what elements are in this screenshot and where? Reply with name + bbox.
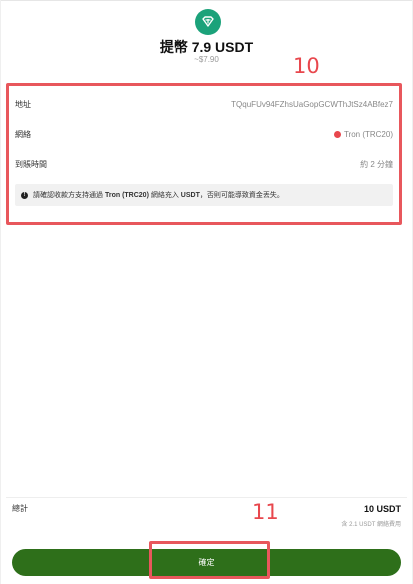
warning-text: 請確認收款方支持通過 Tron (TRC20) 網絡充入 USDT，否則可能導致… [33,190,284,200]
withdrawal-details-panel: 地址 TQquFUv94FZhsUaGopGCWThJtSz4ABfez7 網絡… [6,83,402,225]
arrival-time-value: 約 2 分鐘 [360,159,393,169]
tron-icon [333,130,341,138]
address-row: 地址 TQquFUv94FZhsUaGopGCWThJtSz4ABfez7 [15,97,393,111]
summary-divider [6,497,407,498]
total-row: 總計 10 USDT [12,503,401,514]
network-row: 網絡 Tron (TRC20) [15,127,393,141]
page-title: 提幣 7.9 USDT [159,39,254,55]
network-value: Tron (TRC20) [333,129,393,139]
arrival-time-label: 到賬時間 [15,159,47,169]
warning-middle: 網絡充入 [148,192,181,199]
left-border [0,0,1,584]
info-icon: ! [21,191,28,199]
top-border [0,0,413,1]
fiat-equivalent: ~$7.90 [194,55,219,64]
warning-prefix: 請確認收款方支持通過 [33,192,105,199]
step-annotation-10: 10 [293,54,320,78]
confirm-button-highlight [149,541,270,579]
total-label: 總計 [12,504,28,513]
network-name: Tron (TRC20) [343,129,393,139]
network-fee-note: 含 2.1 USDT 網絡費用 [341,522,401,528]
total-value: 10 USDT [363,503,401,514]
network-warning-notice: ! 請確認收款方支持通過 Tron (TRC20) 網絡充入 USDT，否則可能… [15,184,393,206]
usdt-coin-icon [195,9,221,35]
warning-coin: USDT [180,192,200,199]
warning-network: Tron (TRC20) [104,192,149,199]
network-label: 網絡 [15,129,31,139]
warning-suffix: ，否則可能導致資金丟失。 [199,192,284,199]
address-label: 地址 [15,99,31,109]
arrival-time-row: 到賬時間 約 2 分鐘 [15,157,393,171]
step-annotation-11: 11 [252,500,279,524]
address-value: TQquFUv94FZhsUaGopGCWThJtSz4ABfez7 [231,99,393,109]
